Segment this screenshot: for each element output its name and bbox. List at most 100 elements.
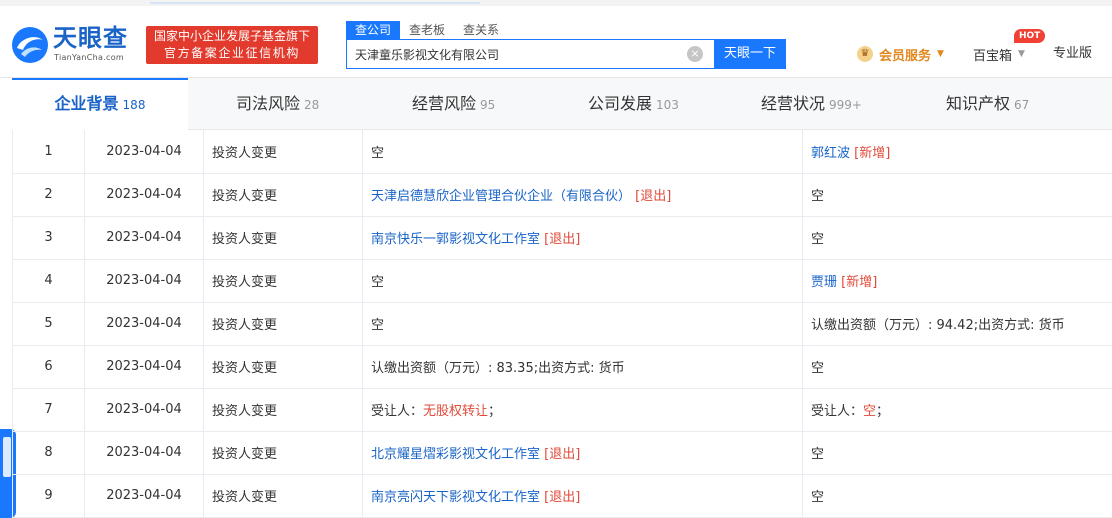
top-header: 天眼查 TianYanCha.com 国家中小企业发展子基金旗下 官方备案企业征… <box>0 0 1112 78</box>
row-change-type: 投资人变更 <box>203 130 363 174</box>
new-tag: [新增] <box>854 145 891 161</box>
row-date: 2023-04-04 <box>84 344 204 389</box>
gov-badge: 国家中小企业发展子基金旗下 官方备案企业征信机构 <box>146 26 318 64</box>
row-before: 南京快乐一郭影视文化工作室 [退出] <box>362 215 803 260</box>
row-before: 受让人：无股权转让； <box>362 387 803 432</box>
nav-tab-operating-risk[interactable]: 经营风险 95 <box>412 78 495 130</box>
row-date: 2023-04-04 <box>84 172 204 217</box>
row-date: 2023-04-04 <box>84 215 204 260</box>
investor-link[interactable]: 南京快乐一郭影视文化工作室 <box>371 232 540 247</box>
investor-link[interactable]: 贾珊 <box>811 275 837 290</box>
pro-version-link[interactable]: 专业版 <box>1053 44 1092 64</box>
nav-tab-judicial-risk[interactable]: 司法风险 28 <box>236 78 319 130</box>
row-after: 空 <box>802 473 1112 518</box>
nav-tab-operating-status[interactable]: 经营状况 999+ <box>761 78 862 130</box>
row-index: 2 <box>12 172 85 217</box>
row-before: 天津启德慧欣企业管理合伙企业（有限合伙） [退出] <box>362 172 803 217</box>
logo-domain: TianYanCha.com <box>54 53 124 62</box>
nav-tab-label: 司法风险 <box>236 94 301 113</box>
search-tab-boss[interactable]: 查老板 <box>400 21 454 39</box>
investor-link[interactable]: 北京耀星熠彩影视文化工作室 <box>371 447 540 462</box>
row-before: 认缴出资额（万元）: 83.35;出资方式: 货币 <box>362 344 803 389</box>
table-row: 7 2023-04-04 投资人变更 受让人：无股权转让； 受让人：空； <box>12 387 1112 432</box>
treasure-box-label: 百宝箱 <box>973 48 1013 64</box>
transferee-label: 受让人： <box>811 404 864 419</box>
search-tab-relation[interactable]: 查关系 <box>454 21 508 39</box>
search-box: × <box>346 39 715 69</box>
new-tag: [新增] <box>841 275 878 290</box>
nav-tab-company-background[interactable]: 企业背景 188 <box>12 78 188 130</box>
row-before: 空 <box>362 258 803 303</box>
nav-tab-count: 188 <box>122 98 146 112</box>
gov-badge-line1: 国家中小企业发展子基金旗下 <box>153 29 310 43</box>
row-index: 7 <box>12 387 85 432</box>
row-date: 2023-04-04 <box>84 130 204 174</box>
semicolon: ； <box>876 404 890 419</box>
row-index: 8 <box>12 430 85 475</box>
transferee-label: 受让人： <box>371 404 424 419</box>
row-before: 空 <box>362 130 803 174</box>
treasure-box-menu[interactable]: 百宝箱 ▼ <box>973 44 1025 64</box>
table-row: 5 2023-04-04 投资人变更 空 认缴出资额（万元）: 94.42;出资… <box>12 301 1112 346</box>
table-row: 1 2023-04-04 投资人变更 空 郭红波 [新增] <box>12 130 1112 174</box>
search-tab-company[interactable]: 查公司 <box>346 21 401 39</box>
nav-tab-count: 95 <box>480 98 496 112</box>
exit-tag: [退出] <box>544 232 581 247</box>
row-after: 贾珊 [新增] <box>802 258 1112 303</box>
row-after: 空 <box>802 430 1112 475</box>
exit-tag: [退出] <box>544 490 581 505</box>
row-index: 3 <box>12 215 85 260</box>
search-type-tabs: 查公司 查老板 查关系 <box>346 21 508 39</box>
change-record-table: 1 2023-04-04 投资人变更 空 郭红波 [新增] 2 2023-04-… <box>12 130 1112 518</box>
row-change-type: 投资人变更 <box>203 215 363 260</box>
investor-link[interactable]: 天津启德慧欣企业管理合伙企业（有限合伙） <box>371 189 631 204</box>
nav-tab-count: 28 <box>304 98 320 112</box>
search-input[interactable] <box>347 40 677 68</box>
section-nav: 企业背景 188 司法风险 28 经营风险 95 公司发展 103 经营状况 999+ 知… <box>12 78 1112 130</box>
nav-tab-label: 企业背景 <box>54 94 119 113</box>
caret-down-icon: ▼ <box>1018 49 1025 59</box>
nav-tab-label: 经营状况 <box>761 94 826 113</box>
row-change-type: 投资人变更 <box>203 473 363 518</box>
table-row: 4 2023-04-04 投资人变更 空 贾珊 [新增] <box>12 258 1112 303</box>
vip-service-label: 会员服务 <box>879 48 932 64</box>
row-change-type: 投资人变更 <box>203 387 363 432</box>
nav-tab-count: 67 <box>1014 98 1030 112</box>
row-date: 2023-04-04 <box>84 258 204 303</box>
table-row: 8 2023-04-04 投资人变更 北京耀星熠彩影视文化工作室 [退出] 空 <box>12 430 1112 475</box>
crown-icon: ♛ <box>857 46 873 62</box>
row-change-type: 投资人变更 <box>203 258 363 303</box>
investor-link[interactable]: 郭红波 <box>811 146 850 161</box>
gov-badge-line2: 官方备案企业征信机构 <box>163 46 300 60</box>
nav-tab-intellectual-property[interactable]: 知识产权 67 <box>946 78 1029 130</box>
row-index: 6 <box>12 344 85 389</box>
semicolon: ； <box>488 404 502 419</box>
clear-icon[interactable]: × <box>687 46 703 62</box>
row-before: 北京耀星熠彩影视文化工作室 [退出] <box>362 430 803 475</box>
row-index: 5 <box>12 301 85 346</box>
row-index: 4 <box>12 258 85 303</box>
logo-text: 天眼查 <box>53 24 128 52</box>
site-logo[interactable]: 天眼查 TianYanCha.com <box>11 24 141 64</box>
caret-down-icon: ▼ <box>937 49 944 59</box>
row-after: 郭红波 [新增] <box>802 130 1112 174</box>
investor-link[interactable]: 南京亮闪天下影视文化工作室 <box>371 490 540 505</box>
top-strip <box>0 0 1112 6</box>
row-change-type: 投资人变更 <box>203 172 363 217</box>
table-row: 3 2023-04-04 投资人变更 南京快乐一郭影视文化工作室 [退出] 空 <box>12 215 1112 260</box>
exit-tag: [退出] <box>635 189 672 204</box>
row-after: 空 <box>802 344 1112 389</box>
nav-tab-count: 103 <box>656 98 679 112</box>
search-button[interactable]: 天眼一下 <box>714 39 786 69</box>
row-after: 认缴出资额（万元）: 94.42;出资方式: 货币 <box>802 301 1112 346</box>
row-before: 南京亮闪天下影视文化工作室 [退出] <box>362 473 803 518</box>
transferee-value: 空 <box>863 404 877 419</box>
row-date: 2023-04-04 <box>84 473 204 518</box>
row-date: 2023-04-04 <box>84 430 204 475</box>
row-after: 受让人：空； <box>802 387 1112 432</box>
nav-tab-label: 知识产权 <box>946 94 1011 113</box>
vip-service-menu[interactable]: ♛ 会员服务 ▼ <box>857 44 944 64</box>
table-row: 2 2023-04-04 投资人变更 天津启德慧欣企业管理合伙企业（有限合伙） … <box>12 172 1112 217</box>
row-before: 空 <box>362 301 803 346</box>
nav-tab-company-development[interactable]: 公司发展 103 <box>588 78 679 130</box>
